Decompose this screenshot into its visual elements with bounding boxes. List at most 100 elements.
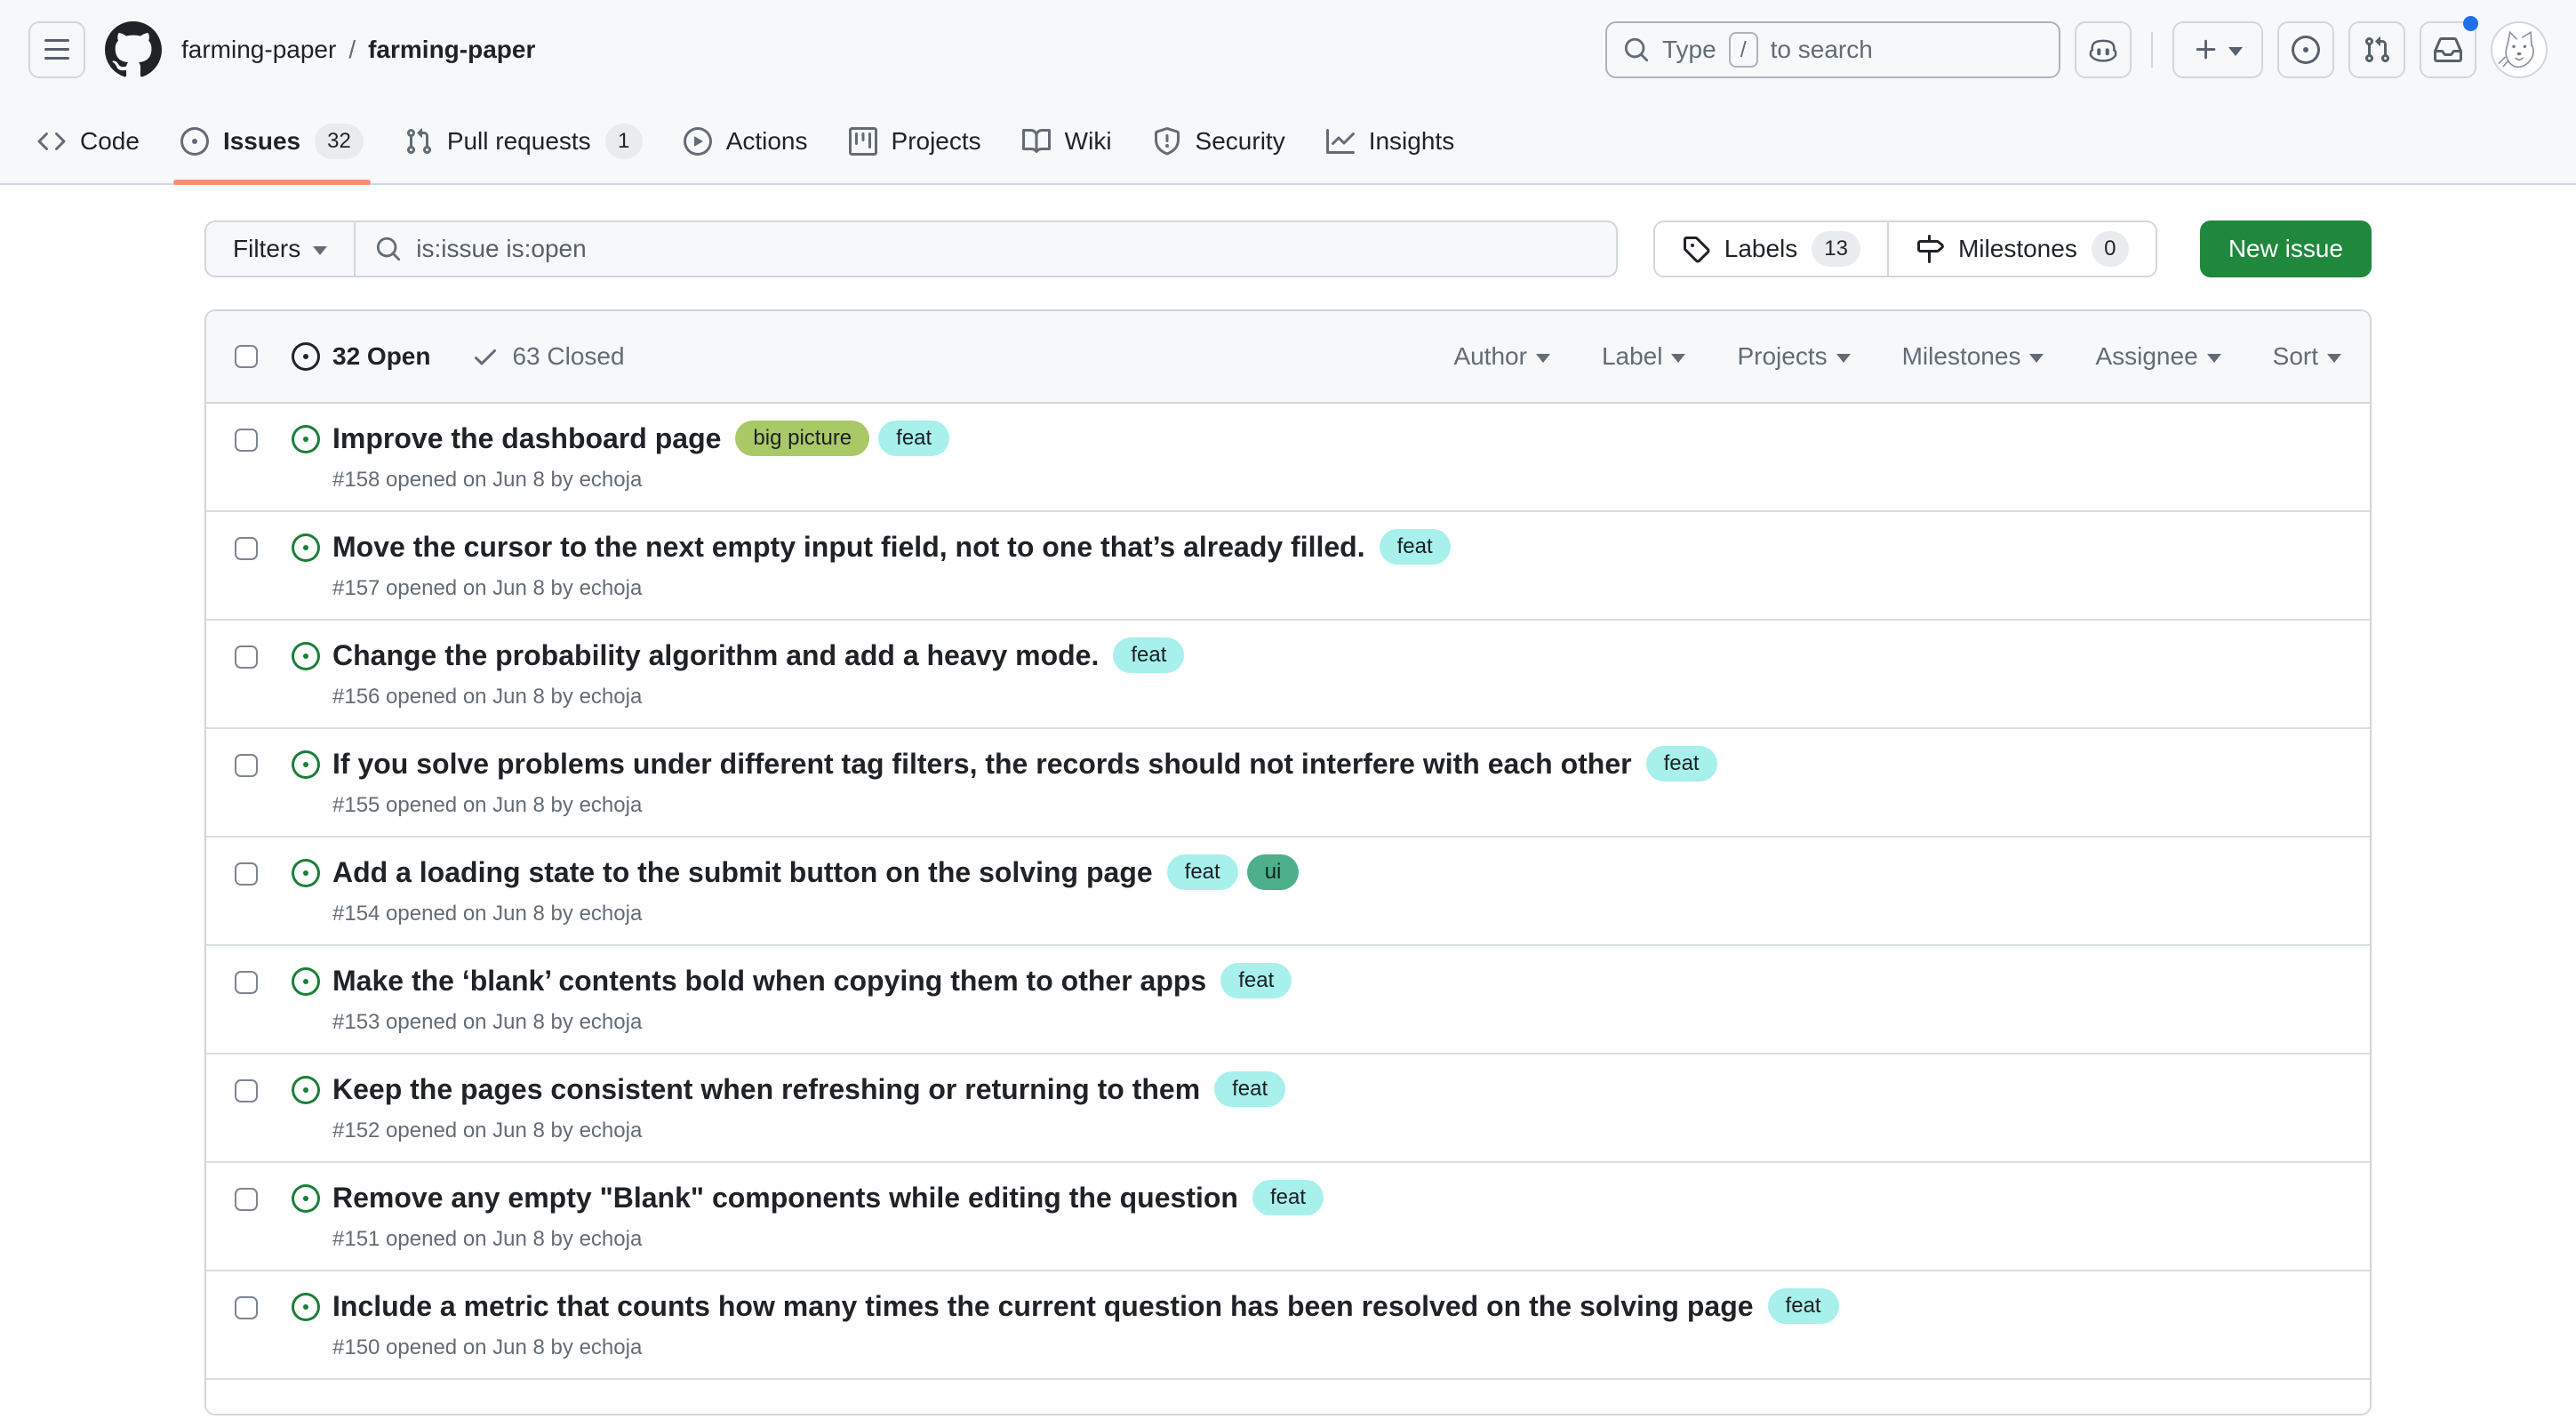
issue-meta: #157 opened on Jun 8 by echoja: [332, 576, 1451, 601]
issues-global-button[interactable]: [2277, 21, 2334, 78]
issue-select-checkbox[interactable]: [235, 645, 258, 669]
tab-pull-requests[interactable]: Pull requests 1: [388, 100, 659, 183]
breadcrumb-owner[interactable]: farming-paper: [181, 36, 336, 64]
issue-row: Move the cursor to the next empty input …: [206, 510, 2370, 619]
issue-select-checkbox[interactable]: [235, 1296, 258, 1319]
labels-milestones-group: Labels 13 Milestones 0: [1653, 220, 2157, 277]
issue-title[interactable]: Move the cursor to the next empty input …: [332, 528, 1365, 565]
issue-row: If you solve problems under different ta…: [206, 727, 2370, 836]
milestones-filter-dropdown[interactable]: Milestones: [1902, 342, 2044, 371]
author-filter-dropdown[interactable]: Author: [1453, 342, 1550, 371]
copilot-icon: [2087, 34, 2119, 66]
issue-select-checkbox[interactable]: [235, 1079, 258, 1102]
issue-select-checkbox[interactable]: [235, 754, 258, 777]
select-all-checkbox[interactable]: [235, 345, 258, 368]
copilot-button[interactable]: [2075, 21, 2132, 78]
label-feat[interactable]: feat: [1646, 746, 1717, 782]
filter-search-group: Filters: [204, 220, 1618, 277]
tab-code[interactable]: Code: [21, 100, 156, 183]
issue-opened-icon: [2292, 36, 2320, 64]
issue-title[interactable]: Include a metric that counts how many ti…: [332, 1287, 1754, 1325]
issue-title[interactable]: Improve the dashboard page: [332, 420, 721, 457]
check-icon: [471, 342, 500, 371]
sort-dropdown[interactable]: Sort: [2273, 342, 2341, 371]
projects-filter-dropdown[interactable]: Projects: [1737, 342, 1850, 371]
hamburger-menu-button[interactable]: [28, 21, 85, 78]
tab-security[interactable]: Security: [1137, 100, 1301, 183]
label-ui[interactable]: ui: [1247, 854, 1300, 890]
milestones-label: Milestones: [1958, 235, 2077, 263]
tab-actions[interactable]: Actions: [668, 100, 824, 183]
filters-dropdown-button[interactable]: Filters: [204, 220, 356, 277]
labels-button[interactable]: Labels 13: [1655, 222, 1887, 276]
issue-meta: #155 opened on Jun 8 by echoja: [332, 793, 1717, 818]
breadcrumb-repo[interactable]: farming-paper: [368, 36, 535, 64]
labels-count-badge: 13: [1812, 231, 1860, 267]
tab-projects[interactable]: Projects: [833, 100, 997, 183]
label-feat[interactable]: feat: [1167, 854, 1238, 890]
label-big-picture[interactable]: big picture: [735, 421, 869, 456]
shield-icon: [1153, 127, 1181, 156]
new-issue-button[interactable]: New issue: [2200, 220, 2372, 277]
label-filter-dropdown[interactable]: Label: [1602, 342, 1686, 371]
label-feat[interactable]: feat: [1380, 529, 1451, 565]
issue-select-checkbox[interactable]: [235, 537, 258, 560]
issue-meta: #152 opened on Jun 8 by echoja: [332, 1118, 1285, 1143]
issue-opened-icon: [292, 642, 320, 670]
issue-select-checkbox[interactable]: [235, 862, 258, 886]
issue-title-line: Include a metric that counts how many ti…: [332, 1287, 1839, 1325]
inbox-button[interactable]: [2420, 21, 2476, 78]
label-feat[interactable]: feat: [1220, 963, 1292, 998]
issue-labels: featui: [1167, 854, 1300, 890]
label-feat[interactable]: feat: [878, 421, 949, 456]
tab-wiki[interactable]: Wiki: [1006, 100, 1128, 183]
issue-content: Remove any empty "Blank" components whil…: [332, 1179, 1324, 1252]
issue-title-line: Improve the dashboard page big picture fe…: [332, 420, 949, 457]
issues-count-badge: 32: [315, 124, 364, 159]
avatar[interactable]: [2491, 21, 2548, 78]
issue-select-checkbox[interactable]: [235, 1188, 258, 1211]
tab-label: Actions: [726, 127, 808, 156]
issue-title-line: Move the cursor to the next empty input …: [332, 528, 1451, 565]
issue-select-checkbox[interactable]: [235, 429, 258, 452]
tab-insights[interactable]: Insights: [1310, 100, 1471, 183]
label-feat[interactable]: feat: [1113, 637, 1184, 673]
issue-meta: #158 opened on Jun 8 by echoja: [332, 468, 949, 493]
issue-title[interactable]: Make the ‘blank’ contents bold when copy…: [332, 962, 1206, 999]
issues-search-input[interactable]: [416, 235, 1596, 263]
tab-issues[interactable]: Issues 32: [164, 100, 380, 183]
label-feat[interactable]: feat: [1214, 1071, 1285, 1107]
issue-opened-icon: [292, 425, 320, 453]
caret-down-icon: [1536, 354, 1550, 363]
issue-title[interactable]: Change the probability algorithm and add…: [332, 637, 1099, 674]
code-icon: [37, 127, 66, 156]
issues-list-header: 32 Open 63 Closed Author Label: [206, 311, 2370, 404]
header-divider: [2151, 32, 2153, 68]
label-feat[interactable]: feat: [1252, 1180, 1324, 1215]
closed-issues-filter[interactable]: 63 Closed: [471, 342, 624, 371]
issue-content: Keep the pages consistent when refreshin…: [332, 1070, 1285, 1143]
issue-meta: #150 opened on Jun 8 by echoja: [332, 1335, 1839, 1360]
issues-page: Filters Labels 13 M: [204, 185, 2372, 1415]
issue-title[interactable]: Keep the pages consistent when refreshin…: [332, 1070, 1200, 1108]
global-search-input[interactable]: Type / to search: [1605, 21, 2060, 78]
issues-search-box: [356, 220, 1618, 277]
pull-requests-global-button[interactable]: [2348, 21, 2405, 78]
issue-title-line: Keep the pages consistent when refreshin…: [332, 1070, 1285, 1108]
assignee-filter-dropdown[interactable]: Assignee: [2095, 342, 2220, 371]
dropdown-label: Sort: [2273, 342, 2318, 371]
inbox-icon: [2434, 36, 2462, 64]
milestones-button[interactable]: Milestones 0: [1887, 222, 2156, 276]
label-feat[interactable]: feat: [1768, 1288, 1839, 1324]
issue-row: Improve the dashboard page big picture fe…: [206, 404, 2370, 510]
issue-title[interactable]: Add a loading state to the submit button…: [332, 854, 1153, 891]
github-logo-icon[interactable]: [105, 21, 162, 78]
issue-title[interactable]: If you solve problems under different ta…: [332, 745, 1632, 782]
issue-content: Move the cursor to the next empty input …: [332, 528, 1451, 601]
create-new-button[interactable]: [2172, 21, 2263, 78]
issue-select-checkbox[interactable]: [235, 971, 258, 994]
issue-title[interactable]: Remove any empty "Blank" components whil…: [332, 1179, 1238, 1216]
open-issues-filter[interactable]: 32 Open: [292, 342, 430, 371]
caret-down-icon: [2327, 354, 2341, 363]
tab-label: Wiki: [1065, 127, 1112, 156]
